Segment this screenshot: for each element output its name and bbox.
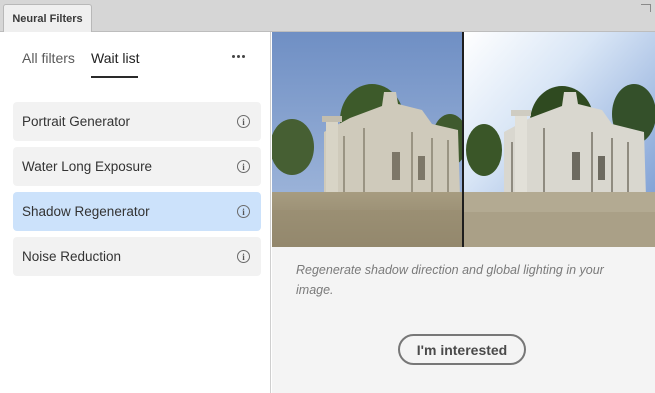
filter-detail-panel: Regenerate shadow direction and global l…: [272, 32, 655, 393]
filter-item-water-long-exposure[interactable]: Water Long Exposure i: [13, 147, 261, 186]
filter-item-label: Portrait Generator: [22, 114, 131, 129]
before-after-preview-image: [272, 32, 655, 247]
filter-description: Regenerate shadow direction and global l…: [296, 263, 604, 297]
panel-corner-icon: [641, 4, 651, 12]
filter-item-portrait-generator[interactable]: Portrait Generator i: [13, 102, 261, 141]
info-icon[interactable]: i: [237, 250, 250, 263]
more-options-icon[interactable]: [228, 48, 248, 64]
tab-wait-list[interactable]: Wait list: [91, 50, 139, 66]
tab-all-filters[interactable]: All filters: [22, 50, 75, 66]
panel-tab-bar: Neural Filters: [0, 0, 655, 33]
im-interested-button[interactable]: I'm interested: [398, 334, 526, 365]
filter-item-shadow-regenerator[interactable]: Shadow Regenerator i: [13, 192, 261, 231]
info-icon[interactable]: i: [237, 160, 250, 173]
tab-neural-filters[interactable]: Neural Filters: [3, 4, 92, 33]
filters-panel: All filters Wait list Portrait Generator…: [0, 32, 271, 393]
filter-item-label: Shadow Regenerator: [22, 204, 150, 219]
filter-item-label: Water Long Exposure: [22, 159, 153, 174]
filter-item-noise-reduction[interactable]: Noise Reduction i: [13, 237, 261, 276]
info-icon[interactable]: i: [237, 115, 250, 128]
filter-item-label: Noise Reduction: [22, 249, 122, 264]
active-tab-indicator: [91, 76, 138, 78]
info-icon[interactable]: i: [237, 205, 250, 218]
